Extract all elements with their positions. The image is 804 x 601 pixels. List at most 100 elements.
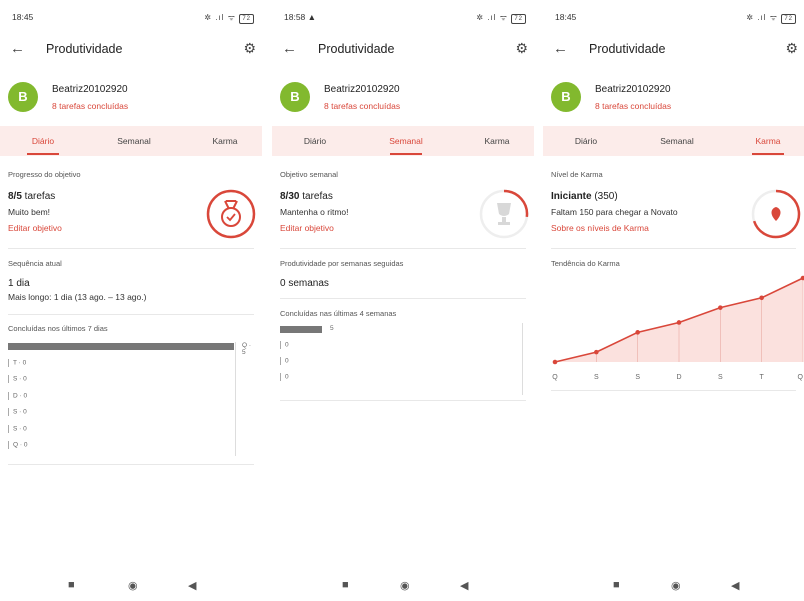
bar-label: S · 0 <box>8 375 27 383</box>
page-title: Produtividade <box>589 42 666 56</box>
medal-ring-icon <box>206 189 256 239</box>
last4-chart: 5 0 0 0 <box>280 323 526 395</box>
divider <box>280 248 526 249</box>
tab-bar: Diário Semanal Karma <box>0 126 262 156</box>
bar-label: D · 0 <box>8 391 27 400</box>
last4-section: Concluídas nas últimas 4 semanas 5 0 0 0 <box>280 309 526 399</box>
x-tick-label: Q <box>552 374 558 381</box>
x-tick-label: S <box>594 374 599 381</box>
weeks-streak-value: 0 semanas <box>280 278 329 289</box>
user-name: Beatriz20102920 <box>324 84 400 95</box>
recents-icon[interactable]: ■ <box>68 579 75 591</box>
streak-label: Sequência atual <box>8 259 62 268</box>
screen-karma: 18:45 ✲ .ıl ᯤ 72 ← Produtividade ⚙ B Bea… <box>543 0 804 601</box>
tab-bar: Diário Semanal Karma <box>272 126 534 156</box>
tasks-completed-count: 8 tarefas concluídas <box>324 101 401 111</box>
streak-longest: Mais longo: 1 dia (13 ago. – 13 ago.) <box>8 292 147 302</box>
app-bar: ← Produtividade ⚙ <box>272 38 534 62</box>
streak-value: 1 dia <box>8 278 30 289</box>
back-icon[interactable]: ◀ <box>460 579 468 592</box>
tab-weekly[interactable]: Semanal <box>647 136 707 146</box>
bar-label: 5 <box>330 325 334 332</box>
tab-daily[interactable]: Diário <box>13 136 73 155</box>
status-time: 18:45 <box>555 12 577 22</box>
last4-label: Concluídas nas últimas 4 semanas <box>280 309 397 318</box>
status-time: 18:45 <box>12 12 34 22</box>
signal-icon: ✲ .ıl ᯤ <box>746 13 779 22</box>
karma-point <box>552 359 558 365</box>
divider <box>280 400 526 401</box>
bar-label: 0 <box>280 373 289 381</box>
status-icons: ✲ .ıl ᯤ 72 <box>746 12 796 24</box>
karma-point <box>759 295 764 301</box>
back-icon[interactable]: ◀ <box>188 579 196 592</box>
status-icons: ✲ .ıl ᯤ 72 <box>204 12 254 24</box>
system-nav-bar: ■ ◉ ◀ <box>543 571 804 601</box>
bar-label: Q · 0 <box>8 441 27 449</box>
divider <box>8 464 254 465</box>
battery-icon: 72 <box>511 14 526 24</box>
tasks-completed-count: 8 tarefas concluídas <box>595 101 672 111</box>
bar <box>280 326 322 333</box>
last7-label: Concluídas nos últimos 7 dias <box>8 324 108 333</box>
karma-point <box>594 349 599 355</box>
home-icon[interactable]: ◉ <box>671 579 681 592</box>
karma-level-label: Nível de Karma <box>551 170 603 179</box>
divider <box>8 248 254 249</box>
battery-icon: 72 <box>781 14 796 24</box>
status-time: 18:58 ▲ <box>284 12 317 22</box>
bar-label: S · 0 <box>8 408 27 416</box>
tab-weekly[interactable]: Semanal <box>376 136 436 155</box>
gear-icon[interactable]: ⚙ <box>243 40 256 57</box>
user-header: B Beatriz20102920 8 tarefas concluídas <box>551 82 804 116</box>
bar-label: S · 0 <box>8 424 27 433</box>
system-nav-bar: ■ ◉ ◀ <box>272 571 534 601</box>
status-bar: 18:58 ▲ ✲ .ıl ᯤ 72 <box>284 12 526 26</box>
page-title: Produtividade <box>318 42 395 56</box>
back-arrow-icon[interactable]: ← <box>553 40 568 57</box>
karma-point <box>718 305 723 310</box>
gear-icon[interactable]: ⚙ <box>785 40 798 57</box>
tab-karma[interactable]: Karma <box>467 136 527 146</box>
app-bar: ← Produtividade ⚙ <box>0 38 262 62</box>
goal-label: Progresso do objetivo <box>8 170 81 179</box>
bar-label: 0 <box>280 341 289 349</box>
tab-weekly[interactable]: Semanal <box>104 136 164 146</box>
app-bar: ← Produtividade ⚙ <box>543 38 804 62</box>
gear-icon[interactable]: ⚙ <box>515 40 528 57</box>
screen-weekly: 18:58 ▲ ✲ .ıl ᯤ 72 ← Produtividade ⚙ B B… <box>272 0 534 601</box>
trophy-ring-icon <box>479 189 529 239</box>
bar-label: T · 0 <box>8 358 26 367</box>
status-bar: 18:45 ✲ .ıl ᯤ 72 <box>12 12 254 26</box>
tab-daily[interactable]: Diário <box>556 136 616 146</box>
recents-icon[interactable]: ■ <box>613 579 620 591</box>
goal-label: Objetivo semanal <box>280 170 338 179</box>
recents-icon[interactable]: ■ <box>342 579 349 591</box>
tab-daily[interactable]: Diário <box>285 136 345 146</box>
home-icon[interactable]: ◉ <box>128 579 138 592</box>
last7-chart: Q · 5 T · 0 S · 0 D · 0 S · 0 S · 0 Q · 0 <box>8 342 254 462</box>
axis-line <box>235 342 236 456</box>
back-arrow-icon[interactable]: ← <box>282 40 297 57</box>
system-nav-bar: ■ ◉ ◀ <box>0 571 262 601</box>
battery-icon: 72 <box>239 14 254 24</box>
bar-label: 0 <box>280 357 289 365</box>
tasks-completed-count: 8 tarefas concluídas <box>52 101 129 111</box>
bar <box>8 343 234 350</box>
last7-section: Concluídas nos últimos 7 dias Q · 5 T · 0… <box>8 324 254 464</box>
avatar: B <box>551 82 581 112</box>
weeks-streak-label: Produtividade por semanas seguidas <box>280 259 404 268</box>
back-icon[interactable]: ◀ <box>731 579 739 592</box>
tab-karma[interactable]: Karma <box>195 136 255 146</box>
back-arrow-icon[interactable]: ← <box>10 40 25 57</box>
tab-karma[interactable]: Karma <box>738 136 798 155</box>
signal-icon: ✲ .ıl ᯤ <box>476 13 509 22</box>
divider <box>280 298 526 299</box>
karma-trend-label: Tendência do Karma <box>551 259 620 268</box>
user-name: Beatriz20102920 <box>595 84 671 95</box>
karma-point <box>635 330 640 335</box>
avatar: B <box>280 82 310 112</box>
home-icon[interactable]: ◉ <box>400 579 410 592</box>
x-tick-label: D <box>676 374 681 381</box>
user-header: B Beatriz20102920 8 tarefas concluídas <box>8 82 262 116</box>
